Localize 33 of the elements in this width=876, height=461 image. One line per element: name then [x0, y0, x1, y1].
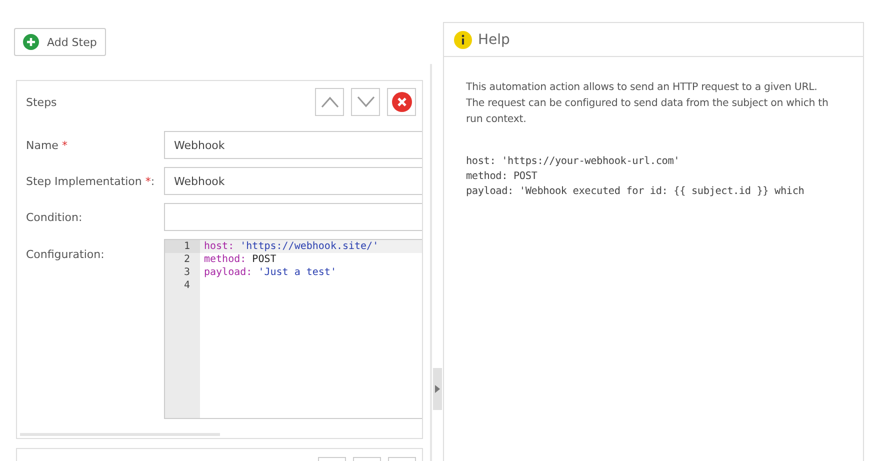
help-text: This automation action allows to send an HTTP request to a given URL.	[466, 81, 818, 95]
field-label: Configuration:	[26, 248, 106, 261]
help-text: The request can be configured to send data from the subject on which th	[466, 97, 830, 111]
close-icon	[392, 92, 412, 112]
field-label: Name *	[26, 138, 68, 152]
code-line: method: POST	[204, 254, 276, 265]
info-icon	[454, 30, 472, 48]
chevron-down-icon	[356, 96, 374, 108]
field-label: Step Implementation *:	[26, 174, 156, 188]
code-line: payload: 'Just a test'	[204, 267, 336, 278]
input-field[interactable]	[164, 203, 422, 231]
code-example: method: POST	[466, 170, 538, 184]
code-editor[interactable]: 1 2 3 4 host: 'https://webhook.site/' method: POST payload: 'Just a test'	[164, 239, 422, 419]
panel-title: Help	[478, 32, 510, 48]
move-down-button[interactable]	[351, 88, 380, 116]
remove-button[interactable]	[387, 88, 416, 116]
line-number: 3	[182, 266, 191, 279]
move-up-button[interactable]	[315, 88, 344, 116]
code-example: payload: 'Webhook executed for id: {{ subject.id }} which	[466, 185, 806, 199]
add-step-button[interactable]: Add Step	[14, 28, 106, 56]
input-field[interactable]: Webhook	[164, 167, 422, 195]
input-field[interactable]: Webhook	[164, 131, 422, 159]
line-number: 2	[182, 253, 191, 266]
splitter-handle[interactable]	[433, 368, 442, 410]
line-number: 4	[182, 279, 191, 292]
plus-icon	[23, 34, 39, 50]
card-title: Steps	[26, 96, 57, 108]
field-label: Condition:	[26, 210, 84, 224]
help-text: run context.	[466, 113, 528, 127]
code-example: host: 'https://your-webhook-url.com'	[466, 155, 681, 169]
chevron-up-icon	[320, 96, 338, 108]
line-number: 1	[165, 240, 200, 253]
code-line: host: 'https://webhook.site/'	[204, 241, 379, 252]
